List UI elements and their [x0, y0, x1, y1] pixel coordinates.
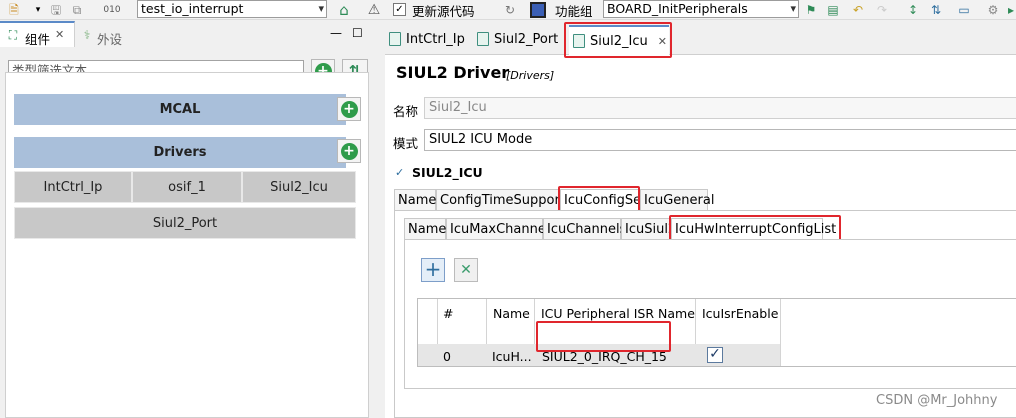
name-label: 名称	[393, 104, 419, 119]
component-osif-1[interactable]: osif_1	[132, 171, 242, 203]
add-drivers-button[interactable]: +	[337, 139, 361, 163]
add-row-button[interactable]: +	[421, 258, 445, 282]
minimize-icon[interactable]: —	[330, 26, 342, 40]
tab-siul2-port[interactable]: Siul2_Port	[473, 26, 568, 52]
component-siul2-port[interactable]: Siul2_Port	[14, 207, 356, 239]
name-field: Siul2_Icu	[424, 97, 1016, 119]
plus-icon: +	[340, 142, 358, 160]
peripherals-icon: ⚕	[83, 28, 91, 42]
inner-tab-icu-channels[interactable]: IcuChannels	[543, 218, 626, 240]
back-icon[interactable]: ↶	[850, 2, 866, 18]
tab-siul2-icu[interactable]: Siul2_Icu ✕	[569, 25, 669, 55]
cell-isr-name[interactable]: SIUL2_0_IRQ_CH_15	[542, 349, 667, 364]
page-title: SIUL2 Driver	[396, 63, 510, 82]
forward-icon[interactable]: ↷	[874, 2, 890, 18]
col-index[interactable]: #	[443, 306, 453, 321]
cell-index: 0	[443, 349, 451, 364]
col-name[interactable]: Name	[493, 306, 530, 321]
inner-tab-icu-siul2[interactable]: IcuSiul2	[621, 218, 671, 240]
isr-table: # Name ICU Peripheral ISR Name IcuIsrEna…	[417, 298, 1016, 367]
project-combo[interactable]: test_io_interrupt ▾	[137, 0, 327, 18]
col-isr-enable[interactable]: IcuIsrEnable	[702, 306, 778, 321]
chevron-down-icon: ▾	[790, 2, 796, 15]
maximize-icon[interactable]: ☐	[352, 26, 363, 40]
editor-area: IntCtrl_Ip Siul2_Port Siul2_Icu ✕ SIUL2 …	[385, 21, 1016, 418]
tab-label: Siul2_Port	[494, 31, 559, 47]
save-all-icon[interactable]: ⧉	[69, 2, 85, 18]
page-subtitle: [Drivers]	[506, 69, 555, 82]
home-icon[interactable]: ⌂	[335, 1, 353, 19]
update-code-label: 更新源代码	[412, 4, 475, 19]
mode-label: 模式	[393, 136, 419, 151]
close-icon[interactable]: ✕	[55, 28, 64, 41]
add-mcal-button[interactable]: +	[337, 97, 361, 121]
mode-field[interactable]: SIUL2 ICU Mode	[424, 129, 1016, 151]
save-icon[interactable]: 🖫	[48, 2, 64, 18]
inner-tab-icu-hw-interrupt-config-list[interactable]: IcuHwInterruptConfigList	[671, 218, 836, 240]
app-window: 🗎 ▾ 🖫 ⧉ 010 test_io_interrupt ▾ ⌂ ⚠ ✓ 更新…	[0, 0, 1016, 418]
function-group-label: 功能组	[555, 4, 593, 19]
category-drivers: Drivers	[14, 137, 346, 168]
document-icon	[573, 34, 585, 48]
function-group-combo[interactable]: BOARD_InitPeripherals ▾	[603, 0, 799, 18]
tab-components-label: 组件	[25, 32, 51, 47]
collapse-icon[interactable]: ✓	[395, 166, 404, 179]
outer-tab-name[interactable]: Name	[394, 189, 436, 211]
category-mcal: MCAL	[14, 94, 346, 125]
components-icon: ⛶	[8, 28, 18, 42]
inner-tab-name[interactable]: Name	[404, 218, 446, 240]
warning-icon[interactable]: ⚠	[365, 1, 383, 19]
outer-tab-icu-config-set[interactable]: IcuConfigSet	[560, 189, 646, 211]
component-intctrl-ip[interactable]: IntCtrl_Ip	[14, 171, 132, 203]
outer-tab-icu-general[interactable]: IcuGeneral	[640, 189, 714, 211]
tab-label: IntCtrl_Ip	[406, 31, 465, 47]
tools-icon[interactable]: ⚙	[985, 2, 1001, 18]
tab-peripherals-label[interactable]: 外设	[97, 29, 122, 48]
tab-label: Siul2_Icu	[590, 33, 648, 49]
document-icon	[389, 32, 401, 46]
main-toolbar: 🗎 ▾ 🖫 ⧉ 010 test_io_interrupt ▾ ⌂ ⚠ ✓ 更新…	[0, 0, 1016, 20]
component-siul2-icu[interactable]: Siul2_Icu	[242, 171, 356, 203]
plus-icon: +	[340, 100, 358, 118]
expand-icon[interactable]: ↕	[906, 2, 920, 18]
project-combo-value: test_io_interrupt	[141, 1, 244, 16]
tab-intctrl-ip[interactable]: IntCtrl_Ip	[385, 26, 475, 52]
document-icon	[477, 32, 489, 46]
flag-icon[interactable]: ⚑	[804, 2, 818, 18]
inner-tab-icu-max-channel[interactable]: IcuMaxChannel	[446, 218, 549, 240]
close-icon[interactable]: ✕	[658, 35, 667, 48]
monitor-icon[interactable]: ▭	[956, 2, 972, 18]
watermark: CSDN @Mr_Johhny	[876, 393, 998, 408]
new-file-icon[interactable]: 🗎	[6, 2, 22, 18]
comment-icon[interactable]: ▤	[826, 2, 840, 18]
overflow-icon[interactable]: ▸	[1006, 2, 1016, 18]
binary-icon[interactable]: 010	[103, 2, 120, 18]
components-panel: ⛶ 组件 ✕ ⚕ 外设 — ☐ 类型筛选文本 + ⇅ MCAL + Driver…	[0, 21, 383, 418]
outer-tab-config-time-support[interactable]: ConfigTimeSupport	[436, 189, 565, 211]
refresh-icon[interactable]: ↻	[503, 2, 517, 18]
dropdown-arrow-icon[interactable]: ▾	[33, 2, 43, 18]
chip-icon	[530, 2, 546, 18]
chevron-down-icon: ▾	[318, 2, 324, 15]
isr-enable-checkbox[interactable]: ✓	[707, 347, 723, 363]
section-title: SIUL2_ICU	[412, 165, 483, 180]
function-group-value: BOARD_InitPeripherals	[607, 1, 748, 16]
components-list: MCAL + Drivers + IntCtrl_Ip osif_1 Siul2…	[5, 72, 369, 418]
cell-name: IcuH...	[492, 349, 532, 364]
remove-row-button[interactable]: ✕	[454, 258, 478, 282]
sort-icon[interactable]: ⇅	[928, 2, 944, 18]
update-code-checkbox[interactable]: ✓	[393, 3, 406, 16]
col-isr-name[interactable]: ICU Peripheral ISR Name	[541, 306, 695, 321]
